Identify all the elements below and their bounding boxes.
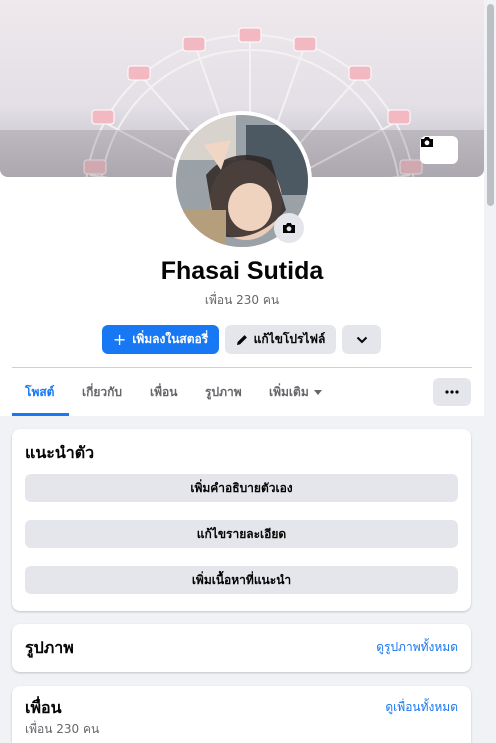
caret-down-icon (313, 389, 322, 395)
friends-card: เพื่อน ดูเพื่อนทั้งหมด เพื่อน 230 คน (12, 686, 471, 743)
profile-friends-count[interactable]: เพื่อน 230 คน (0, 291, 484, 310)
friends-card-count: เพื่อน 230 คน (25, 722, 100, 736)
photos-title: รูปภาพ (25, 638, 74, 657)
tabs-more-options-button[interactable] (433, 378, 471, 406)
photos-card: รูปภาพ ดูรูปภาพทั้งหมด (12, 624, 471, 672)
more-icon (445, 390, 459, 394)
tab-about[interactable]: เกี่ยวกับ (82, 368, 122, 416)
intro-title: แนะนำตัว (25, 443, 95, 462)
tab-photos[interactable]: รูปภาพ (205, 368, 242, 416)
edit-details-button[interactable]: แก้ไขรายละเอียด (25, 520, 458, 548)
intro-card: แนะนำตัว เพิ่มคำอธิบายตัวเอง แก้ไขรายละเ… (12, 429, 471, 611)
tab-friends[interactable]: เพื่อน (150, 368, 177, 416)
camera-icon (421, 137, 433, 147)
tab-posts[interactable]: โพสต์ (25, 368, 54, 416)
edit-profile-button[interactable]: แก้ไขโปรไฟล์ (225, 325, 336, 354)
plus-icon: + (112, 329, 127, 349)
tab-more-label: เพิ่มเติม (269, 384, 309, 399)
edit-profile-picture-button[interactable] (274, 213, 304, 243)
add-to-story-button[interactable]: + เพิ่มลงในสตอรี่ (102, 325, 219, 354)
profile-name: Fhasai Sutida (160, 257, 324, 285)
edit-profile-label: แก้ไขโปรไฟล์ (253, 332, 326, 346)
edit-cover-camera-button[interactable] (420, 136, 458, 164)
add-bio-button[interactable]: เพิ่มคำอธิบายตัวเอง (25, 474, 458, 502)
chevron-down-icon (356, 336, 367, 343)
pencil-icon (236, 334, 247, 345)
more-profile-options-button[interactable] (342, 325, 381, 354)
add-featured-button[interactable]: เพิ่มเนื้อหาที่แนะนำ (25, 566, 458, 594)
active-tab-indicator (12, 413, 69, 416)
friends-title: เพื่อน (25, 698, 62, 717)
add-to-story-label: เพิ่มลงในสตอรี่ (132, 332, 209, 346)
tab-more[interactable]: เพิ่มเติม (269, 368, 322, 416)
see-all-friends-link[interactable]: ดูเพื่อนทั้งหมด (385, 698, 458, 717)
scrollbar-thumb[interactable] (487, 4, 494, 206)
profile-tabs: โพสต์ เกี่ยวกับ เพื่อน รูปภาพ เพิ่มเติม (12, 368, 472, 416)
see-all-photos-link[interactable]: ดูรูปภาพทั้งหมด (376, 638, 458, 657)
profile-header: Fhasai Sutida เพื่อน 230 คน + เพิ่มลงในส… (0, 0, 484, 416)
camera-icon (283, 223, 295, 233)
